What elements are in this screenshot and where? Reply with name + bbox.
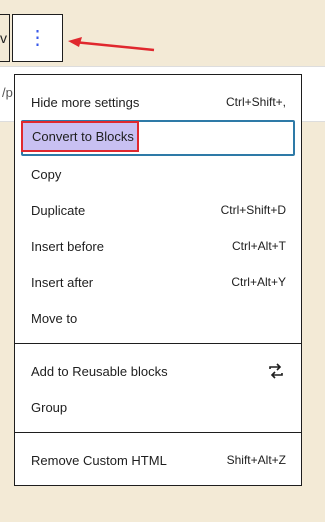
menu-item-shortcut: Ctrl+Alt+Y bbox=[231, 275, 286, 289]
menu-item-label: Group bbox=[31, 399, 68, 415]
menu-item-shortcut: Ctrl+Alt+T bbox=[231, 239, 286, 253]
block-options-menu: Hide more settings Ctrl+Shift+, Convert … bbox=[14, 74, 302, 486]
menu-item-insert-after[interactable]: Insert after Ctrl+Alt+Y bbox=[15, 264, 301, 300]
vertical-ellipsis-icon: ⋮ bbox=[27, 27, 48, 49]
more-options-button[interactable]: ⋮ bbox=[12, 14, 63, 62]
menu-item-label: Move to bbox=[31, 310, 78, 326]
menu-item-label: Insert before bbox=[31, 238, 104, 254]
menu-item-shortcut: Ctrl+Shift+, bbox=[225, 95, 286, 109]
menu-divider bbox=[15, 343, 301, 344]
menu-item-label: Duplicate bbox=[31, 202, 86, 218]
red-arrow-annotation bbox=[68, 37, 155, 52]
toolbar-partial-button[interactable]: v bbox=[0, 14, 10, 62]
menu-item-label: Add to Reusable blocks bbox=[31, 363, 168, 379]
menu-item-remove-custom-html[interactable]: Remove Custom HTML Shift+Alt+Z bbox=[15, 442, 301, 478]
menu-item-label: Hide more settings bbox=[31, 94, 140, 110]
menu-item-convert-to-blocks[interactable]: Convert to Blocks bbox=[21, 121, 139, 152]
menu-item-copy[interactable]: Copy bbox=[15, 156, 301, 192]
path-preview-text: /p bbox=[2, 85, 13, 100]
menu-item-hide-more-settings[interactable]: Hide more settings Ctrl+Shift+, bbox=[15, 84, 301, 120]
reusable-block-icon bbox=[269, 363, 283, 379]
menu-item-label: Copy bbox=[31, 166, 62, 182]
menu-item-shortcut: Shift+Alt+Z bbox=[226, 453, 286, 467]
menu-item-duplicate[interactable]: Duplicate Ctrl+Shift+D bbox=[15, 192, 301, 228]
menu-divider bbox=[15, 432, 301, 433]
menu-item-add-to-reusable-blocks[interactable]: Add to Reusable blocks bbox=[15, 353, 301, 389]
menu-item-group[interactable]: Group bbox=[15, 389, 301, 425]
menu-item-shortcut: Ctrl+Shift+D bbox=[220, 203, 286, 217]
menu-item-insert-before[interactable]: Insert before Ctrl+Alt+T bbox=[15, 228, 301, 264]
menu-item-move-to[interactable]: Move to bbox=[15, 300, 301, 336]
menu-item-label: Convert to Blocks bbox=[32, 129, 134, 144]
menu-item-label: Remove Custom HTML bbox=[31, 452, 167, 468]
menu-item-label: Insert after bbox=[31, 274, 94, 290]
toolbar-partial-label: v bbox=[0, 30, 7, 46]
